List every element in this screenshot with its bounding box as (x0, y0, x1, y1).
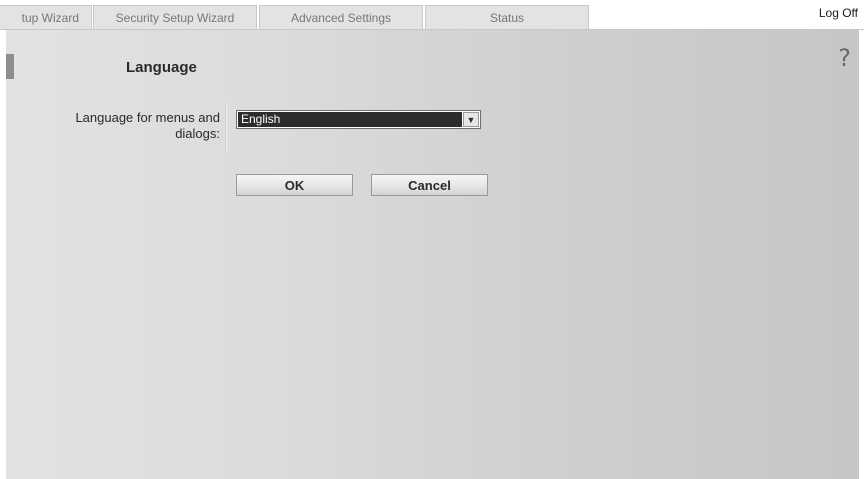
main-content-panel: Language ? Language for menus and dialog… (6, 30, 859, 479)
section-marker (6, 54, 14, 79)
help-icon[interactable]: ? (838, 44, 851, 72)
chevron-down-icon[interactable]: ▼ (463, 112, 479, 127)
language-select-value: English (238, 112, 462, 127)
tab-label: tup Wizard (21, 10, 79, 25)
language-field-label: Language for menus and dialogs: (75, 110, 220, 141)
tab-status[interactable]: Status (425, 5, 589, 29)
cancel-button[interactable]: Cancel (371, 174, 488, 196)
log-off-link[interactable]: Log Off (819, 6, 858, 20)
tab-label: Status (489, 10, 525, 25)
language-select[interactable]: English ▼ (236, 110, 481, 129)
tab-advanced-settings[interactable]: Advanced Settings (259, 5, 423, 29)
tab-label: Security Setup Wizard (115, 10, 235, 25)
tab-label: Advanced Settings (290, 10, 392, 25)
tab-security-setup-wizard[interactable]: Security Setup Wizard (93, 5, 257, 29)
page-title: Language (126, 59, 197, 76)
field-divider (225, 102, 226, 152)
ok-button[interactable]: OK (236, 174, 353, 196)
top-navigation-bar: tup Wizard Security Setup Wizard Advance… (0, 0, 864, 30)
tab-setup-wizard[interactable]: tup Wizard (0, 5, 92, 29)
